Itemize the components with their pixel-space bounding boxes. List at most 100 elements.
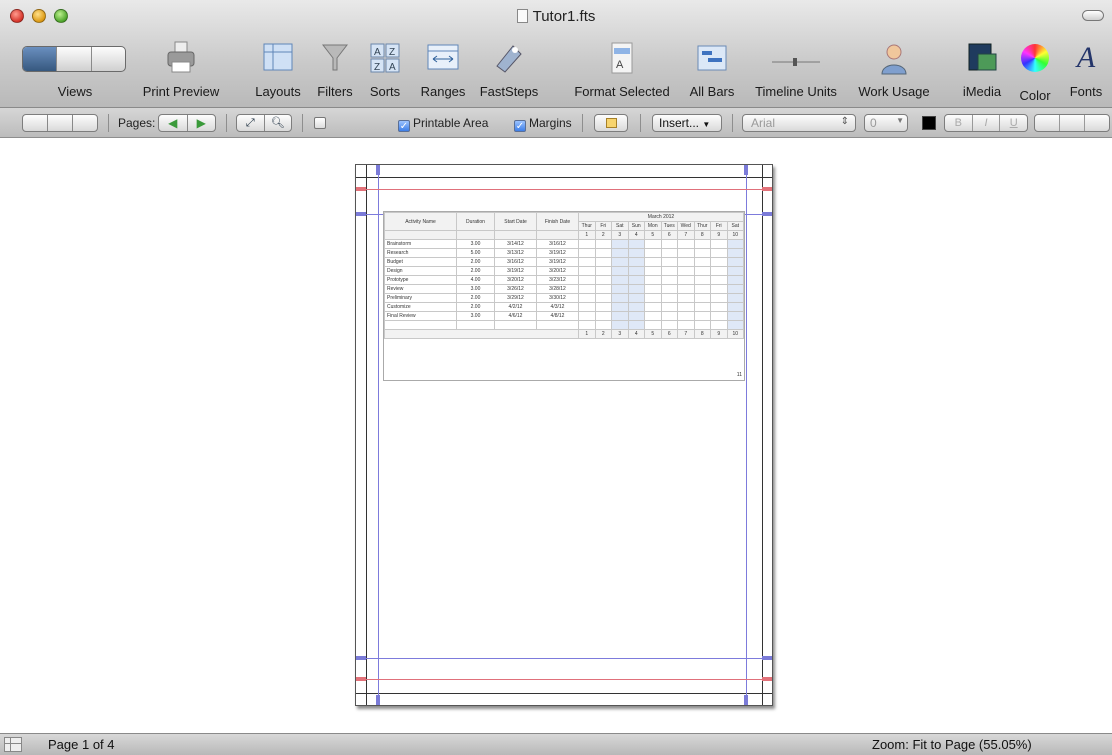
table-cell: 3/13/12 (494, 248, 537, 258)
margin-handle[interactable] (356, 677, 366, 681)
align-center-icon[interactable] (1060, 115, 1085, 131)
margin-handle[interactable] (356, 656, 366, 660)
funnel-icon (312, 40, 358, 76)
footer-row: 1 2 3 4 5 6 7 8 9 10 (384, 329, 744, 339)
align-left-icon[interactable] (1035, 115, 1060, 131)
sheet-grid-icon[interactable] (4, 737, 22, 752)
calendar-view-icon[interactable] (57, 47, 92, 71)
day-number-cell: 3 (611, 230, 629, 240)
insert-label: Insert... (659, 116, 700, 130)
ranges-button[interactable]: Ranges (414, 40, 472, 99)
table-row[interactable]: Prototype 4.00 3/20/12 3/23/12 (384, 275, 744, 285)
alignment-buttons[interactable] (1034, 114, 1110, 132)
gantt-view-icon[interactable] (23, 47, 58, 71)
italic-button[interactable]: I (973, 115, 1001, 131)
table-row[interactable]: Review 3.00 3/26/12 3/28/12 (384, 284, 744, 294)
insert-popup[interactable]: Insert... ▼ (652, 114, 722, 132)
two-page-icon[interactable] (48, 115, 73, 131)
pages-navigation[interactable]: ◀ ▶ (158, 114, 216, 132)
views-segmented-control[interactable] (22, 46, 126, 72)
page-setup-button[interactable] (594, 114, 628, 132)
margin-handle[interactable] (762, 212, 772, 216)
print-preview-button[interactable]: Print Preview (135, 40, 227, 99)
margins-label: Margins (529, 116, 572, 130)
margin-handle[interactable] (762, 187, 772, 191)
calendar-cell (627, 311, 645, 321)
next-page-icon[interactable]: ▶ (188, 115, 216, 131)
day-name-cell: Sun (627, 221, 645, 231)
filters-button[interactable]: Filters (312, 40, 358, 99)
table-row[interactable]: Customize 2.00 4/2/12 4/3/12 (384, 302, 744, 312)
table-row[interactable]: Final Review 3.00 4/6/12 4/8/12 (384, 311, 744, 321)
imedia-icon (956, 40, 1008, 76)
margin-handle[interactable] (356, 187, 366, 191)
underline-button[interactable]: U (1000, 115, 1027, 131)
color-button[interactable]: Color (1014, 40, 1056, 103)
toolbar-toggle-button[interactable] (1082, 10, 1104, 21)
faststeps-button[interactable]: FastSteps (474, 40, 544, 99)
calendar-cell (644, 266, 662, 276)
margins-checkbox[interactable]: ✓ Margins (514, 116, 572, 132)
align-right-icon[interactable] (1085, 115, 1109, 131)
table-row[interactable]: Budget 2.00 3/16/12 3/19/12 (384, 257, 744, 267)
table-row[interactable]: Preliminary 2.00 3/29/12 3/30/12 (384, 293, 744, 303)
timeline-units-button[interactable]: Timeline Units (746, 40, 846, 99)
calendar-cell (693, 239, 711, 249)
margin-handle[interactable] (744, 165, 748, 175)
margin-handle[interactable] (376, 165, 380, 175)
footer-number-cell: 9 (710, 329, 728, 339)
calendar-cell (594, 293, 612, 303)
up-down-arrows-icon: ⇕ (840, 116, 849, 127)
previous-page-icon[interactable]: ◀ (159, 115, 188, 131)
margin-handle[interactable] (744, 695, 748, 705)
calendar-cell (578, 248, 596, 258)
day-name-cell: Sat (611, 221, 629, 231)
separator (302, 114, 303, 132)
zoom-fit-icon[interactable]: ⤢ (237, 115, 265, 131)
calendar-cell (627, 284, 645, 294)
work-usage-button[interactable]: Work Usage (852, 40, 936, 99)
calendar-cell (710, 284, 728, 294)
svg-text:Z: Z (374, 62, 380, 73)
page-layout-icon[interactable] (73, 115, 97, 131)
margin-handle[interactable] (376, 695, 380, 705)
calendar-cell (693, 311, 711, 321)
table-row[interactable]: Design 2.00 3/19/12 3/20/12 (384, 266, 744, 276)
font-popup[interactable]: Arial ⇕ (742, 114, 856, 132)
views-button[interactable]: Views (22, 38, 128, 99)
fonts-button[interactable]: A Fonts (1064, 40, 1108, 99)
calendar-cell (710, 311, 728, 321)
page-view-segmented[interactable] (22, 114, 98, 132)
table-cell (710, 320, 728, 330)
font-size-field[interactable]: 0 ▼ (864, 114, 908, 132)
bold-button[interactable]: B (945, 115, 973, 131)
margin-handle[interactable] (762, 656, 772, 660)
calendar-cell (710, 239, 728, 249)
work-usage-label: Work Usage (858, 84, 930, 99)
color-label: Color (1019, 88, 1051, 103)
layouts-button[interactable]: Layouts (250, 40, 306, 99)
calendar-cell (677, 275, 695, 285)
margin-handle[interactable] (762, 677, 772, 681)
format-selected-button[interactable]: A Format Selected (566, 40, 678, 99)
table-cell: Review (384, 284, 457, 294)
table-row[interactable]: Research 5.00 3/13/12 3/19/12 (384, 248, 744, 258)
unlabeled-checkbox[interactable] (314, 116, 329, 130)
print-icon[interactable] (23, 115, 48, 131)
all-bars-button[interactable]: All Bars (684, 40, 740, 99)
calendar-cell (710, 293, 728, 303)
printable-area-bottom (356, 679, 772, 680)
text-style-buttons[interactable]: B I U (944, 114, 1028, 132)
network-view-icon[interactable] (92, 47, 125, 71)
day-number-cell: 8 (693, 230, 711, 240)
calendar-cell (660, 266, 678, 276)
day-number-cell: 1 (578, 230, 596, 240)
margin-handle[interactable] (356, 212, 366, 216)
text-color-swatch[interactable] (922, 116, 936, 130)
table-row[interactable]: Brainstorm 3.00 3/14/12 3/16/12 (384, 239, 744, 249)
zoom-buttons[interactable]: ⤢ 🔍︎ (236, 114, 292, 132)
imedia-button[interactable]: iMedia (956, 40, 1008, 99)
printable-area-checkbox[interactable]: ✓ Printable Area (398, 116, 488, 132)
magnifier-icon[interactable]: 🔍︎ (265, 115, 292, 131)
sorts-button[interactable]: AZZA Sorts (364, 40, 406, 99)
